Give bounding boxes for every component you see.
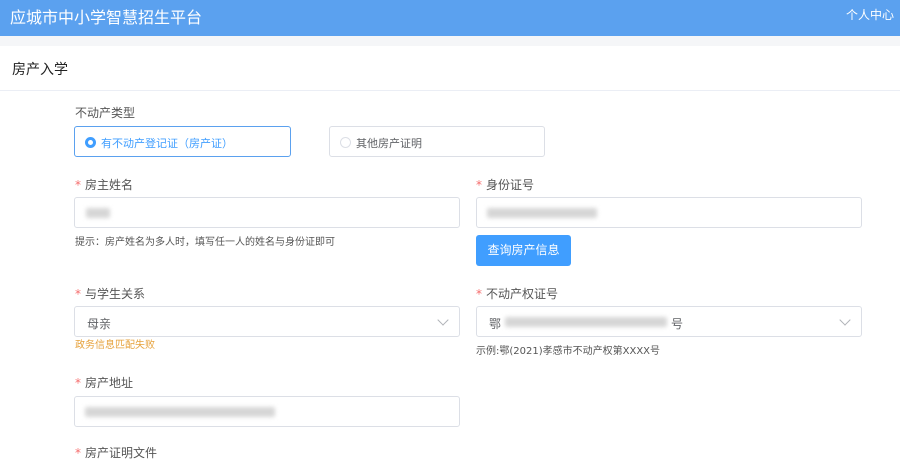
property-cert-label-text: 不动产权证号 (486, 287, 559, 301)
required-mark: * (476, 287, 482, 301)
property-type-label: 不动产类型 (75, 106, 136, 120)
radio-label: 有不动产登记证（房产证） (101, 137, 233, 150)
radio-label: 其他房产证明 (356, 137, 422, 150)
property-cert-label: * 不动产权证号 (476, 285, 558, 302)
required-mark: * (75, 446, 81, 460)
radio-checked-icon (85, 137, 96, 148)
owner-name-label-text: 房主姓名 (85, 178, 134, 192)
required-mark: * (75, 287, 81, 301)
radio-has-certificate[interactable]: 有不动产登记证（房产证） (74, 126, 291, 157)
app-title: 应城市中小学智慧招生平台 (10, 8, 203, 27)
owner-name-hint: 提示：房产姓名为多人时，填写任一人的姓名与身份证即可 (75, 237, 335, 248)
id-number-label: * 身份证号 (476, 176, 534, 193)
required-mark: * (75, 178, 81, 192)
form-panel: 房产入学 不动产类型 有不动产登记证（房产证） 其他房产证明 * 房主姓名 提示：… (0, 46, 900, 466)
address-label: * 房产地址 (75, 374, 133, 391)
page-title: 房产入学 (12, 62, 68, 78)
relation-label: * 与学生关系 (75, 285, 145, 302)
property-cert-example: 示例:鄂(2021)孝感市不动产权第XXXX号 (476, 346, 661, 357)
proof-file-label: * 房产证明文件 (75, 444, 157, 461)
owner-name-label: * 房主姓名 (75, 176, 133, 193)
id-number-input[interactable] (476, 197, 862, 228)
required-mark: * (75, 376, 81, 390)
relation-error: 政务信息匹配失败 (75, 340, 155, 351)
redacted-value (86, 208, 110, 218)
chevron-down-icon (437, 314, 449, 326)
chevron-down-icon (839, 314, 851, 326)
radio-other-proof[interactable]: 其他房产证明 (329, 126, 545, 157)
address-label-text: 房产地址 (85, 376, 134, 390)
radio-unchecked-icon (340, 137, 351, 148)
title-divider (0, 90, 900, 91)
id-number-label-text: 身份证号 (486, 178, 535, 192)
relation-label-text: 与学生关系 (85, 287, 146, 301)
property-cert-select[interactable]: 鄂 号 (476, 306, 862, 337)
cert-value-prefix: 鄂 (489, 317, 502, 331)
cert-value-suffix: 号 (671, 317, 684, 331)
owner-name-input[interactable] (74, 197, 460, 228)
user-center-link[interactable]: 个人中心 (846, 6, 894, 23)
redacted-value (487, 208, 597, 218)
redacted-value (85, 407, 275, 417)
redacted-value (505, 317, 667, 327)
top-header: 应城市中小学智慧招生平台 个人中心 (0, 0, 900, 36)
address-input[interactable] (74, 396, 460, 427)
relation-select[interactable]: 母亲 (74, 306, 460, 337)
query-property-button[interactable]: 查询房产信息 (476, 235, 571, 266)
relation-value: 母亲 (87, 317, 112, 331)
proof-file-label-text: 房产证明文件 (85, 446, 158, 460)
required-mark: * (476, 178, 482, 192)
